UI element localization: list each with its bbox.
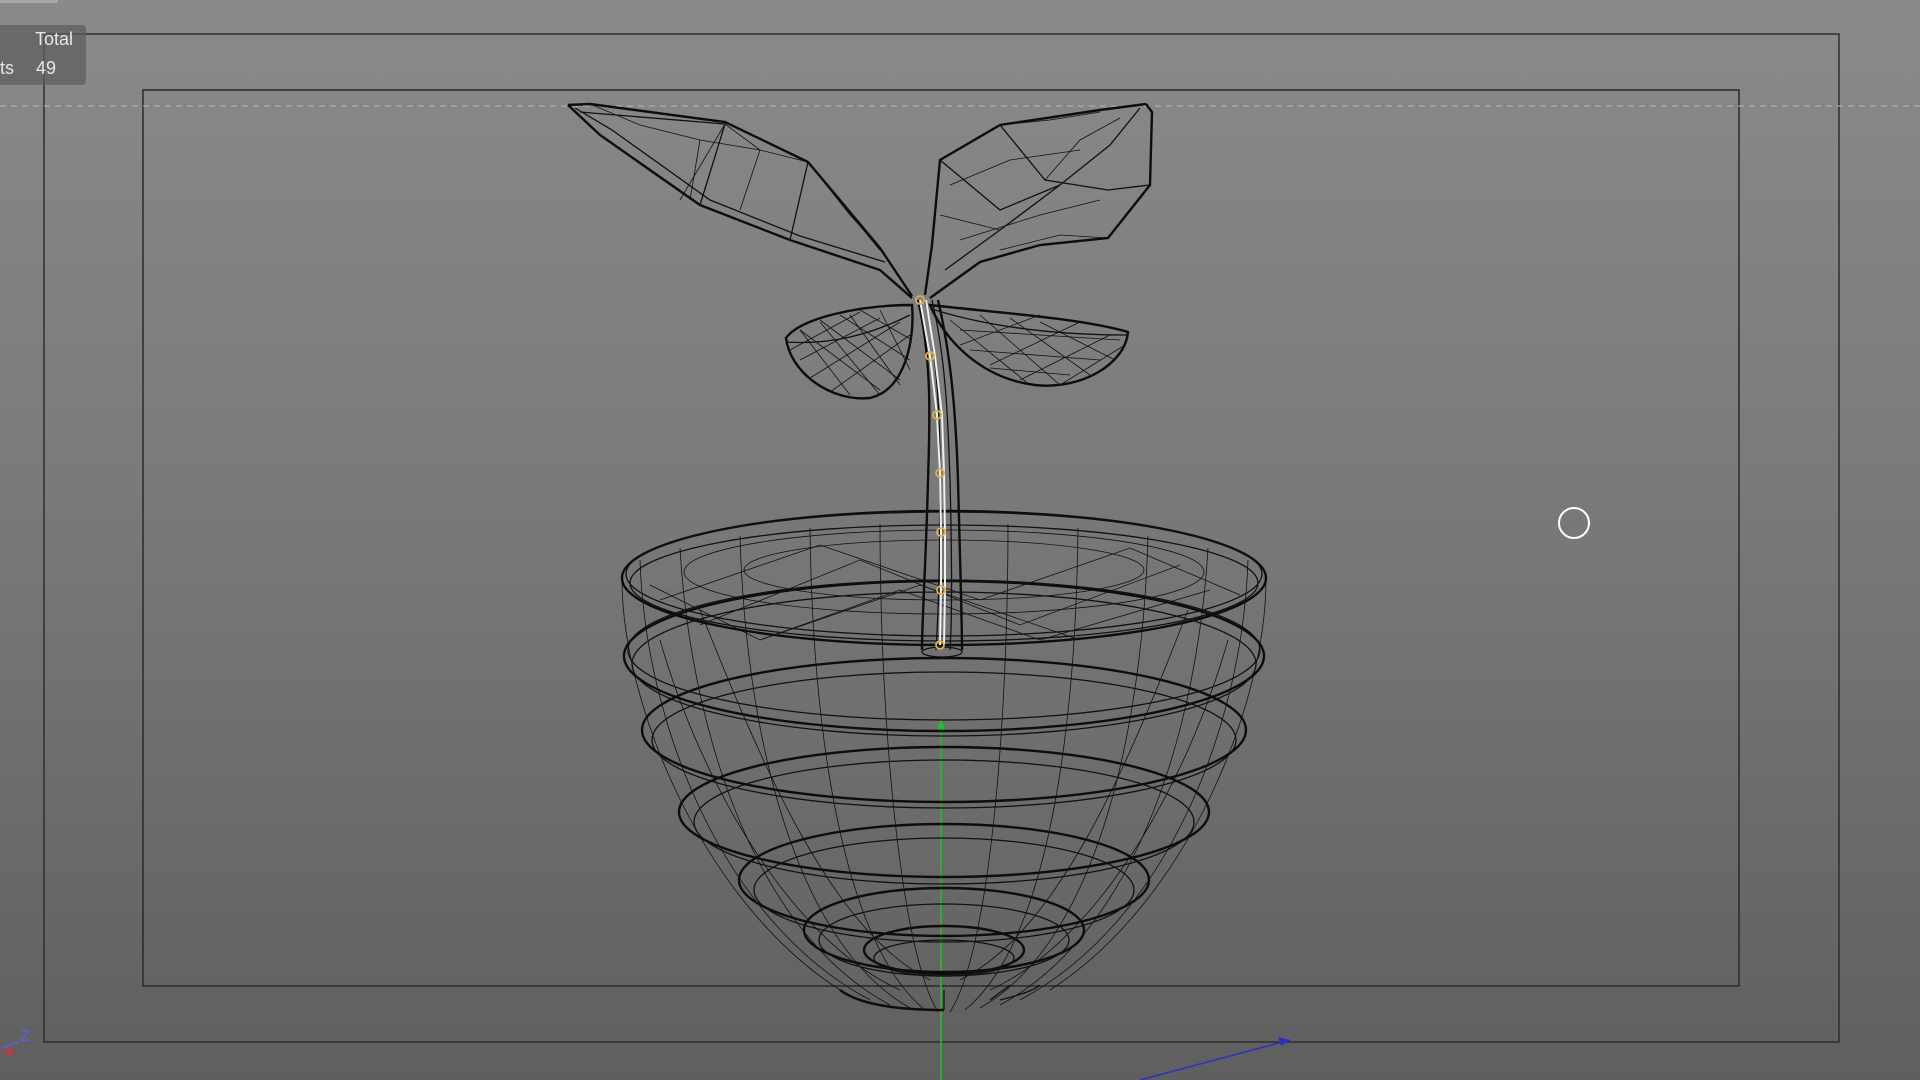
axis-x-label: X: [6, 1044, 15, 1059]
stats-hud: Total ts 49: [0, 25, 86, 85]
stats-row-label: ts: [0, 58, 15, 78]
stats-row-value: 49: [36, 58, 57, 78]
stem-wireframe[interactable]: [916, 299, 964, 658]
leaf-right[interactable]: [923, 102, 1154, 299]
x-axis-line: [1139, 1039, 1291, 1080]
cotyledon-right[interactable]: [928, 303, 1130, 387]
cotyledon-left[interactable]: [784, 303, 914, 400]
scene-canvas[interactable]: [0, 0, 1920, 1080]
3d-viewport[interactable]: Total ts 49 Z X: [0, 0, 1920, 1080]
leaf-left[interactable]: [567, 102, 913, 299]
axis-gizmo: Z X: [0, 1028, 40, 1080]
manipulator-ring-icon[interactable]: [1558, 507, 1590, 539]
stats-header: Total: [35, 29, 74, 49]
axis-z-label: Z: [20, 1028, 30, 1045]
